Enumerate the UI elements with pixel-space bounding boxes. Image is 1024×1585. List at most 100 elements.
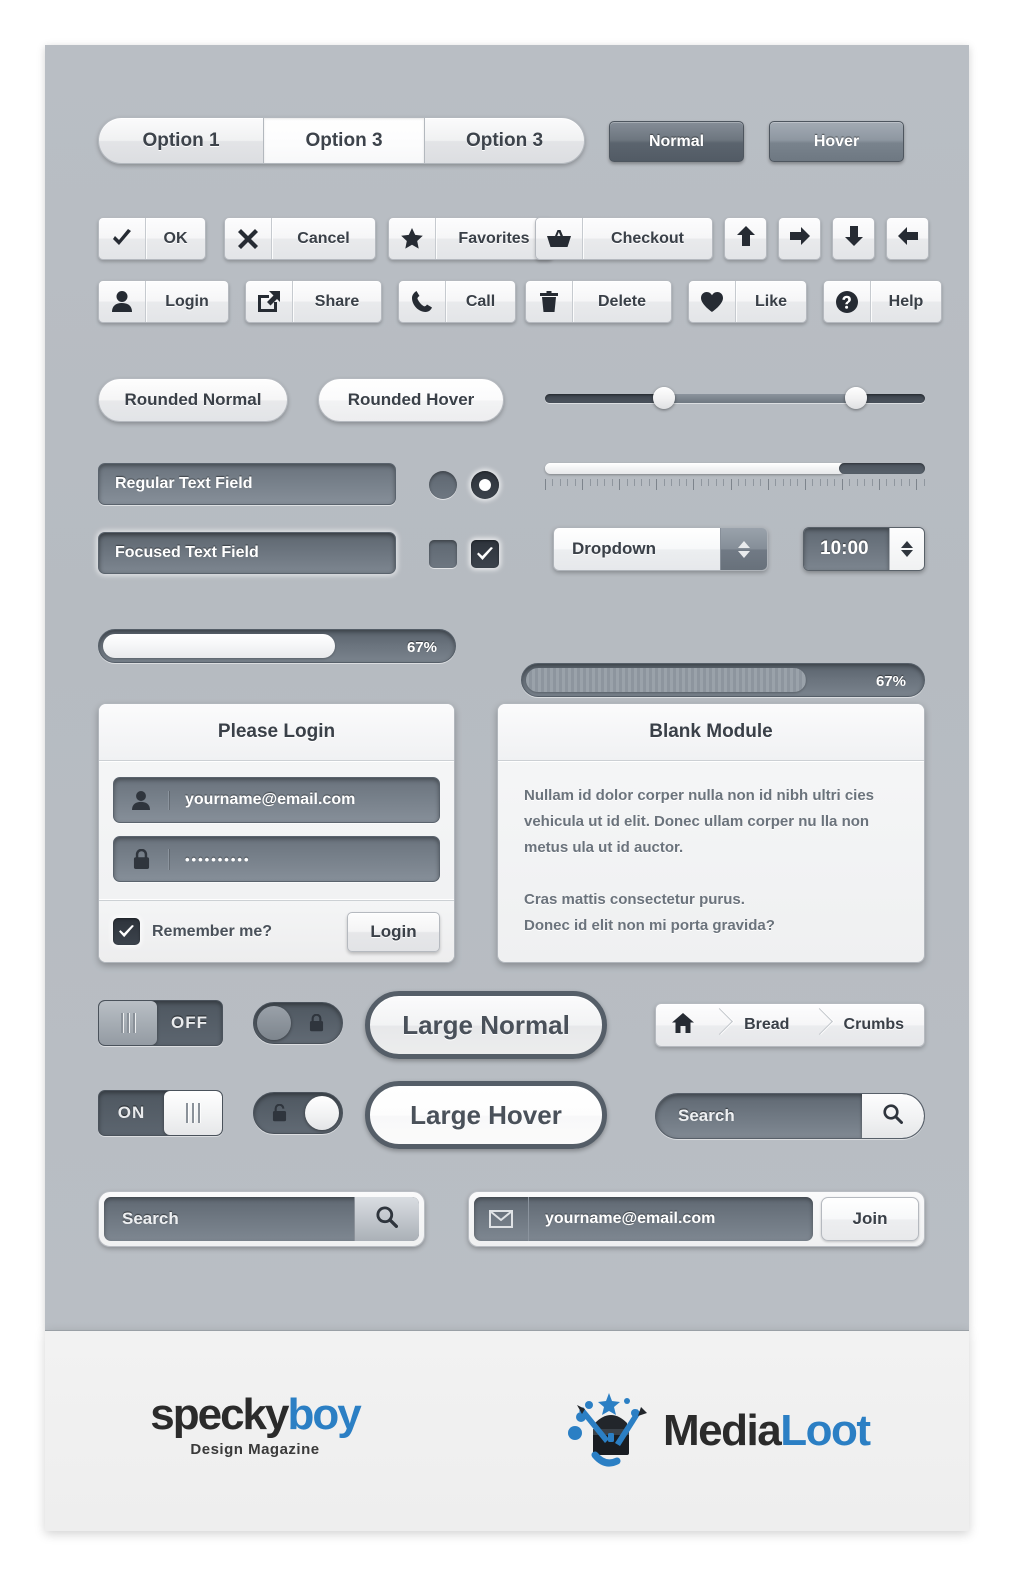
arrow-up-button[interactable]	[724, 217, 767, 260]
footer: speckyboy Design Magazine MediaLoot	[45, 1330, 969, 1531]
breadcrumb-label: Bread	[744, 1016, 790, 1033]
cancel-button[interactable]: Cancel	[224, 217, 376, 260]
toggle-off-label: OFF	[171, 1013, 208, 1032]
segment-option-2[interactable]: Option 3	[263, 117, 424, 164]
lock-open-icon	[254, 1104, 305, 1122]
breadcrumb-item-crumbs[interactable]: Crumbs	[824, 1004, 924, 1046]
arrow-down-button[interactable]	[832, 217, 875, 260]
focused-text-field-value: Focused Text Field	[115, 544, 259, 561]
checkbox-checked[interactable]	[471, 540, 499, 568]
toggle-on[interactable]: ON	[98, 1090, 223, 1136]
call-button[interactable]: Call	[398, 280, 516, 323]
ok-button[interactable]: OK	[98, 217, 206, 260]
large-normal-label: Large Normal	[402, 1009, 570, 1040]
breadcrumb-home[interactable]	[656, 1004, 710, 1046]
email-field[interactable]: yourname@email.com	[113, 777, 440, 823]
like-button[interactable]: Like	[688, 280, 807, 323]
check-icon	[99, 218, 146, 259]
treasure-chest-icon	[565, 1389, 657, 1472]
large-normal-button[interactable]: Large Normal	[365, 991, 607, 1059]
radio-unselected[interactable]	[429, 471, 457, 499]
search-box[interactable]: Search	[98, 1191, 425, 1247]
time-spinner[interactable]: 10:00	[803, 527, 925, 571]
time-spinner-value: 10:00	[804, 528, 889, 570]
rounded-normal-button[interactable]: Rounded Normal	[98, 378, 288, 422]
search-pill-button[interactable]	[862, 1094, 924, 1138]
chevron-up-icon	[901, 541, 913, 548]
breadcrumb[interactable]: Bread Crumbs	[655, 1003, 925, 1047]
lock-toggle-unlocked[interactable]	[253, 1092, 343, 1134]
delete-button[interactable]: Delete	[525, 280, 672, 323]
volume-slider-ticks	[545, 479, 925, 490]
range-slider-handle-high[interactable]	[845, 387, 867, 409]
arrow-left-icon	[897, 227, 918, 250]
search-icon	[883, 1103, 903, 1129]
toggle-knob[interactable]	[164, 1091, 222, 1135]
newsletter-signup[interactable]: yourname@email.com Join	[468, 1191, 925, 1247]
range-slider-handle-low[interactable]	[653, 387, 675, 409]
lock-toggle-knob[interactable]	[305, 1096, 339, 1130]
regular-text-field-value: Regular Text Field	[115, 475, 253, 492]
normal-button[interactable]: Normal	[609, 121, 744, 162]
join-button-label: Join	[852, 1209, 888, 1228]
password-field[interactable]: ••••••••••	[113, 836, 440, 882]
lock-toggle-knob[interactable]	[257, 1006, 291, 1040]
large-hover-label: Large Hover	[410, 1099, 562, 1130]
segment-label: Option 3	[305, 129, 383, 151]
login-module-title: Please Login	[99, 704, 454, 761]
regular-text-field[interactable]: Regular Text Field	[98, 463, 396, 505]
checkbox-unchecked[interactable]	[429, 540, 457, 568]
range-slider-fill	[663, 394, 855, 403]
segmented-control[interactable]: Option 1 Option 3 Option 3	[98, 117, 585, 164]
login-module: Please Login yourname@email.com ••••••••…	[98, 703, 455, 963]
rounded-hover-button[interactable]: Rounded Hover	[318, 378, 504, 422]
envelope-icon	[474, 1197, 529, 1241]
lock-toggle-locked[interactable]	[253, 1002, 343, 1044]
segment-option-3[interactable]: Option 3	[424, 117, 585, 164]
arrow-right-button[interactable]	[778, 217, 821, 260]
grip-icon	[186, 1103, 200, 1123]
login-icon-button[interactable]: Login	[98, 280, 229, 323]
remember-me-checkbox[interactable]	[113, 918, 140, 945]
chevron-up-icon	[738, 540, 750, 548]
medialoot-logo[interactable]: MediaLoot	[565, 1389, 871, 1472]
trash-icon	[526, 281, 573, 322]
radio-selected[interactable]	[471, 471, 499, 499]
home-icon	[672, 1012, 694, 1038]
toggle-off[interactable]: OFF	[98, 1000, 223, 1046]
medialoot-logo-part2: Loot	[780, 1405, 871, 1455]
progress-bar-light: 67%	[98, 629, 456, 663]
lock-closed-icon	[114, 848, 169, 870]
search-box-button[interactable]	[354, 1197, 419, 1241]
speckyboy-logo[interactable]: speckyboy Design Magazine	[105, 1393, 405, 1459]
breadcrumb-label: Crumbs	[843, 1016, 904, 1033]
checkout-button-label: Checkout	[611, 229, 684, 247]
newsletter-email-value: yourname@email.com	[545, 1210, 716, 1227]
segment-option-1[interactable]: Option 1	[98, 117, 263, 164]
breadcrumb-item-bread[interactable]: Bread	[724, 1004, 810, 1046]
dropdown-value: Dropdown	[554, 528, 720, 570]
range-slider[interactable]	[545, 385, 925, 411]
volume-slider[interactable]	[545, 463, 925, 490]
dropdown-stepper[interactable]	[720, 528, 767, 570]
login-submit-button[interactable]: Login	[347, 911, 440, 952]
focused-text-field[interactable]: Focused Text Field	[98, 532, 396, 574]
checkout-button[interactable]: Checkout	[535, 217, 713, 260]
search-pill[interactable]: Search	[655, 1093, 925, 1139]
progress-percent: 67%	[875, 672, 906, 690]
time-spinner-stepper[interactable]	[889, 528, 924, 570]
dropdown[interactable]: Dropdown	[553, 527, 768, 571]
share-button[interactable]: Share	[245, 280, 382, 323]
toggle-knob[interactable]	[99, 1001, 157, 1045]
arrow-left-button[interactable]	[886, 217, 929, 260]
help-button[interactable]: Help	[823, 280, 942, 323]
large-hover-button[interactable]: Large Hover	[365, 1081, 607, 1149]
hover-button[interactable]: Hover	[769, 121, 904, 162]
join-button[interactable]: Join	[821, 1197, 919, 1241]
blank-module-title: Blank Module	[498, 704, 924, 761]
favorites-button[interactable]: Favorites	[388, 217, 553, 260]
phone-icon	[399, 281, 446, 322]
volume-slider-fill	[545, 463, 845, 474]
ui-kit-page: Option 1 Option 3 Option 3 Normal Hover …	[0, 0, 1024, 1585]
call-button-label: Call	[465, 292, 496, 310]
